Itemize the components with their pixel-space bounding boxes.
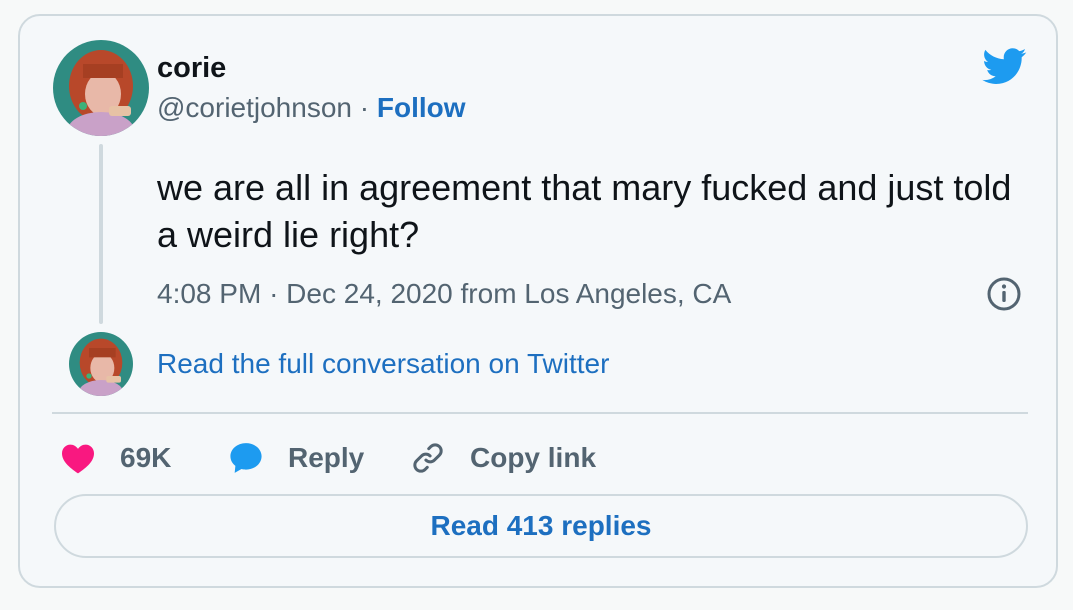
thread-line [99,144,103,324]
like-count: 69K [120,442,172,473]
author-avatar[interactable] [53,40,149,136]
meta-separator: · [269,278,279,309]
author-name[interactable]: corie [157,52,226,85]
speech-bubble-icon [230,443,262,473]
conversation-avatar[interactable] [69,332,133,396]
copy-link-button[interactable]: Copy link [410,436,596,480]
link-icon [413,443,443,473]
like-button[interactable]: 69K [60,436,171,480]
read-replies-button[interactable]: Read 413 replies [54,494,1028,558]
avatar-image [53,40,149,136]
read-full-conversation-link[interactable]: Read the full conversation on Twitter [157,348,609,380]
author-handle-row: @corietjohnson · Follow [157,92,466,124]
heart-icon [62,444,94,474]
tweet-text: we are all in agreement that mary fucked… [157,167,1012,255]
reply-label: Reply [288,442,365,473]
tweet-location: from Los Angeles, CA [460,278,732,309]
embedded-tweet-card: corie @corietjohnson · Follow we are all… [18,14,1058,588]
tweet-meta: 4:08 PM · Dec 24, 2020 from Los Angeles,… [157,278,731,310]
reply-button[interactable]: Reply [228,436,364,480]
handle-separator: · [359,92,370,123]
divider [52,412,1028,414]
copy-link-label: Copy link [470,442,597,473]
twitter-bird-icon[interactable] [980,44,1030,88]
avatar-image [69,332,133,396]
author-handle[interactable]: @corietjohnson [157,92,352,123]
info-icon[interactable] [986,276,1022,312]
tweet-date[interactable]: Dec 24, 2020 [286,278,453,309]
follow-button[interactable]: Follow [377,92,466,123]
tweet-time[interactable]: 4:08 PM [157,278,261,309]
